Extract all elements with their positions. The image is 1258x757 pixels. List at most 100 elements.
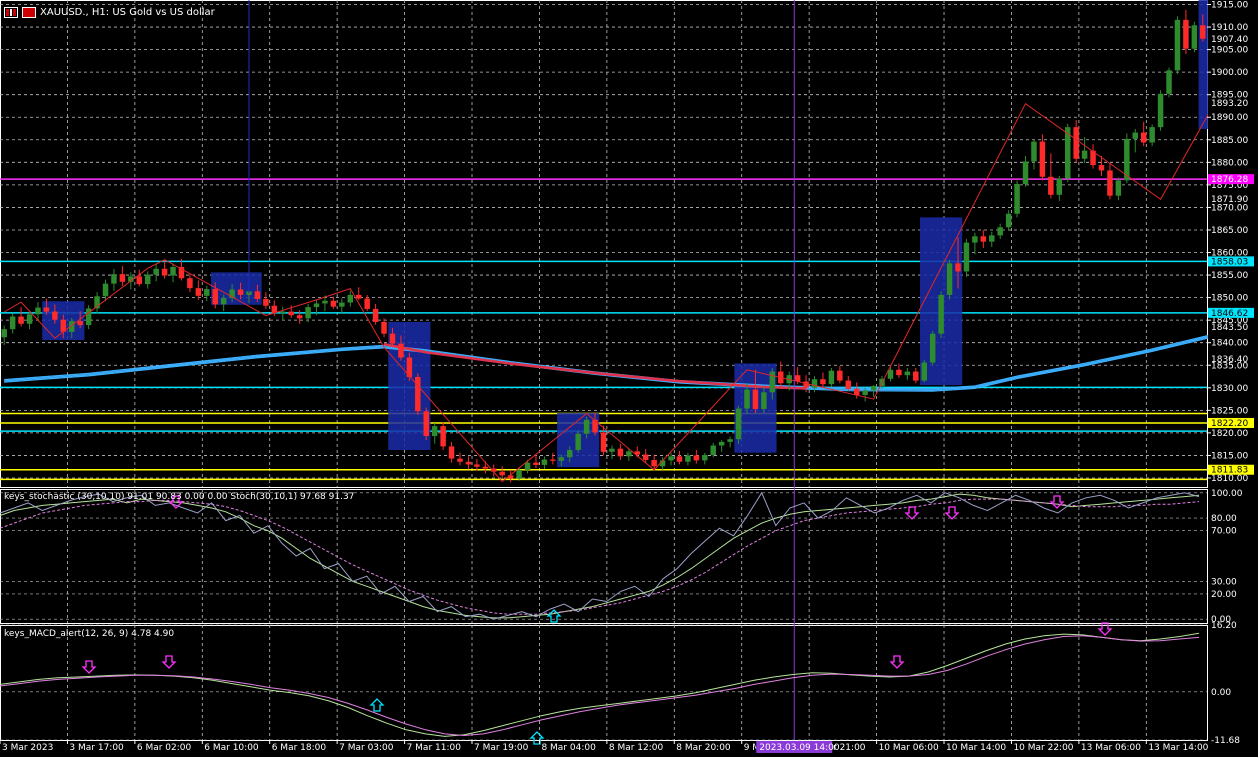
candle-body bbox=[43, 307, 50, 312]
time-tick-label: 6 Mar 02:00 bbox=[137, 743, 192, 753]
time-tick-label: 7 Mar 19:00 bbox=[474, 743, 529, 753]
buy-arrow-icon bbox=[369, 698, 385, 712]
candle-body bbox=[18, 316, 24, 324]
candle-body bbox=[1149, 127, 1155, 143]
candle-body bbox=[904, 371, 911, 376]
candle-body bbox=[862, 390, 868, 396]
candle-body bbox=[541, 459, 548, 465]
candle-body bbox=[744, 389, 750, 409]
pattern-boxes bbox=[42, 0, 1250, 468]
candle-body bbox=[423, 411, 429, 437]
sell-arrow-icon bbox=[889, 655, 905, 669]
candle-body bbox=[52, 311, 58, 320]
candle-body bbox=[1022, 161, 1029, 184]
macd-title: keys_MACD_alert(12, 26, 9) 4.78 4.90 bbox=[4, 629, 175, 639]
candle-body bbox=[212, 289, 218, 305]
candle-body bbox=[600, 432, 607, 452]
stochastic-tick-label: 20.00 bbox=[1211, 590, 1237, 600]
chart-type-icon[interactable] bbox=[4, 6, 18, 18]
candle-body bbox=[1005, 213, 1012, 228]
signal-arrows bbox=[81, 495, 1113, 745]
candle-body bbox=[1056, 178, 1063, 195]
price-tag-label: 1843.50 bbox=[1211, 323, 1248, 333]
candle-body bbox=[305, 307, 311, 319]
stochastic-series-line bbox=[0, 493, 1200, 619]
candle-body bbox=[440, 426, 446, 447]
candle-body bbox=[1174, 19, 1181, 71]
stochastic-series-line bbox=[0, 498, 1200, 615]
sell-arrow-icon bbox=[904, 506, 920, 520]
candle-body bbox=[322, 300, 328, 304]
price-tag-label: 1893.20 bbox=[1211, 99, 1248, 109]
price-tick-label: 1865.00 bbox=[1211, 226, 1248, 236]
candle-body bbox=[718, 441, 725, 446]
candle-body bbox=[1048, 176, 1054, 195]
blue-moving-average bbox=[4, 326, 1258, 392]
candle-body bbox=[263, 298, 269, 306]
candle-body bbox=[870, 385, 877, 391]
candle-body bbox=[989, 235, 995, 242]
candle-body bbox=[735, 408, 742, 440]
blue-moving-average bbox=[4, 325, 1258, 391]
candle-body bbox=[550, 459, 556, 461]
candlesticks bbox=[1, 9, 1206, 483]
time-axis: 3 Mar 2023 3 Mar 17:00 6 Mar 02:00 6 Mar 10… bbox=[0, 740, 1209, 753]
candle-body bbox=[9, 316, 16, 330]
macd-panel-frame bbox=[0, 625, 1208, 741]
stochastic-title: keys_stochastic (30,10,10) 91.01 90.83 0… bbox=[4, 492, 355, 502]
time-tick-label: 8 Mar 12:00 bbox=[609, 743, 664, 753]
price-tick-label: 1825.00 bbox=[1211, 406, 1248, 416]
chart-title: XAUUSD., H1: US Gold vs US dollar bbox=[40, 6, 215, 18]
price-tick-label: 1880.00 bbox=[1211, 158, 1248, 168]
price-tick-label: 1870.00 bbox=[1211, 203, 1248, 213]
candle-body bbox=[280, 311, 286, 313]
stochastic-panel bbox=[0, 491, 1200, 620]
candle-body bbox=[288, 311, 294, 316]
candle-body bbox=[642, 454, 649, 460]
candle-body bbox=[1, 329, 7, 338]
candle-body bbox=[161, 268, 168, 276]
price-tag-label: 1846.62 bbox=[1211, 309, 1248, 319]
candle-body bbox=[516, 469, 522, 479]
candle-body bbox=[761, 392, 767, 409]
price-tick-label: 1840.00 bbox=[1211, 339, 1248, 349]
price-tag-label: 1836.40 bbox=[1211, 355, 1248, 365]
buy-arrow-icon bbox=[546, 609, 562, 623]
time-tick-label: 10 Mar 22:00 bbox=[1013, 743, 1073, 753]
candle-body bbox=[946, 263, 953, 295]
candle-body bbox=[533, 462, 539, 465]
candle-body bbox=[364, 298, 370, 309]
stochastic-tick-label: 70.00 bbox=[1211, 527, 1237, 537]
candle-body bbox=[828, 370, 835, 385]
candle-body bbox=[1014, 183, 1020, 214]
chart-canvas[interactable]: 1915.001910.001905.001900.001895.001890.… bbox=[0, 0, 1258, 757]
candle-body bbox=[963, 242, 970, 272]
price-tick-label: 1830.00 bbox=[1211, 384, 1248, 394]
macd-tick-label: 16.20 bbox=[1211, 621, 1237, 631]
candle-body bbox=[170, 266, 176, 276]
candle-body bbox=[566, 450, 573, 458]
candle-body bbox=[1132, 132, 1138, 139]
candle-body bbox=[347, 294, 354, 303]
time-tick-label: 6 Mar 18:00 bbox=[272, 743, 327, 753]
flag-icon[interactable] bbox=[22, 6, 36, 18]
stochastic-tick-label: 30.00 bbox=[1211, 577, 1237, 587]
candle-body bbox=[710, 445, 716, 455]
candle-body bbox=[727, 439, 733, 442]
candle-body bbox=[77, 321, 83, 326]
price-tick-label: 1815.00 bbox=[1211, 451, 1248, 461]
candle-body bbox=[575, 433, 581, 451]
candle-body bbox=[102, 283, 109, 297]
candle-body bbox=[465, 461, 472, 465]
candle-body bbox=[195, 288, 202, 296]
candle-body bbox=[398, 343, 404, 358]
candle-body bbox=[26, 314, 33, 324]
price-tick-label: 1855.00 bbox=[1211, 271, 1248, 281]
candle-body bbox=[220, 298, 227, 305]
candle-body bbox=[271, 305, 278, 313]
sell-arrow-icon bbox=[81, 660, 97, 674]
candle-body bbox=[296, 315, 303, 319]
candle-body bbox=[119, 274, 126, 282]
sell-arrow-icon bbox=[161, 655, 177, 669]
candle-body bbox=[929, 333, 936, 363]
